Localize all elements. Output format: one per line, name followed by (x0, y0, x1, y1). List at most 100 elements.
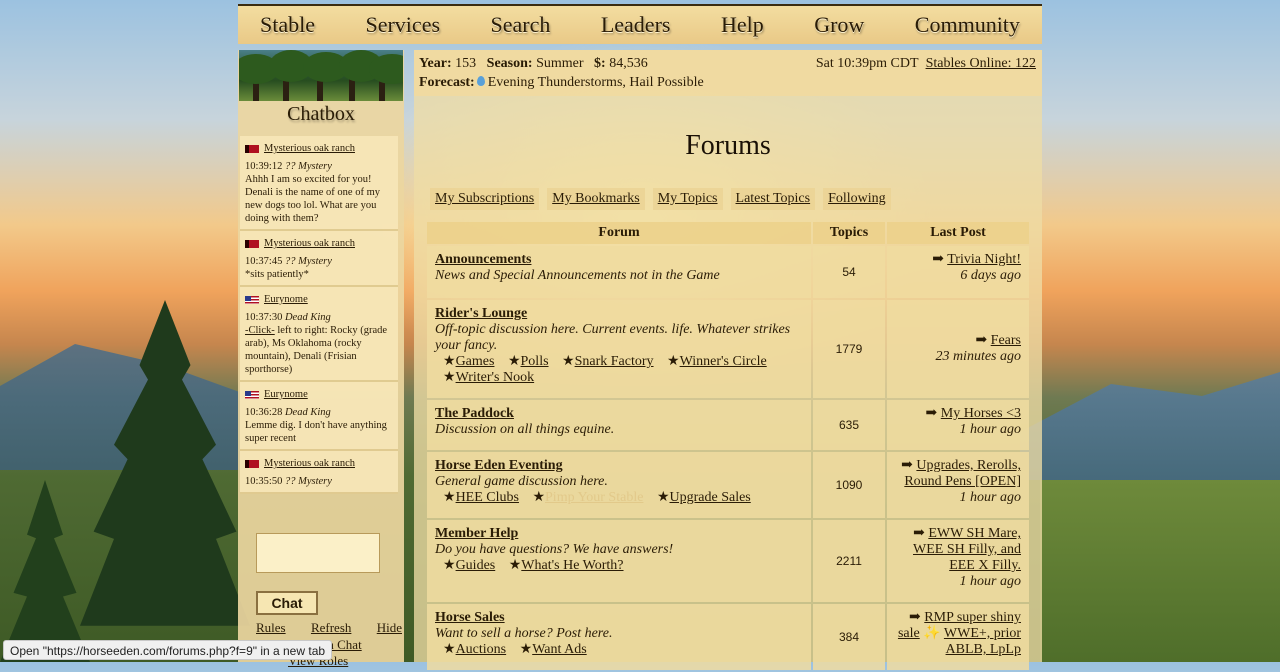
subforum-link[interactable]: ★Writer's Nook (443, 370, 534, 385)
table-row: Horse Eden Eventing General game discussi… (427, 452, 1029, 518)
season-label: Season: (486, 56, 533, 71)
site-container: Stable Services Search Leaders Help Grow… (238, 0, 1042, 670)
nav-search[interactable]: Search (491, 12, 551, 38)
chat-input[interactable] (256, 533, 380, 573)
main-nav: Stable Services Search Leaders Help Grow… (238, 4, 1042, 44)
tab-latest-topics[interactable]: Latest Topics (730, 188, 816, 210)
last-post-time: 1 hour ago (959, 574, 1021, 589)
table-row: Horse Sales Want to sell a horse? Post he… (427, 604, 1029, 670)
last-post-link[interactable]: Fears (991, 333, 1021, 348)
chat-message-list[interactable]: Mysterious oak ranch 10:39:12 ?? Mystery… (240, 136, 398, 562)
forum-description: Discussion on all things equine. (435, 422, 615, 437)
subforum-link[interactable]: ★Upgrade Sales (657, 490, 751, 505)
subforum-link[interactable]: ★HEE Clubs (443, 490, 519, 505)
column-header-topics: Topics (813, 222, 885, 244)
game-info-bar: Year: 153 Season: Summer $: 84,536 Forec… (414, 50, 1042, 96)
background-mountain (1020, 372, 1280, 480)
nav-stable[interactable]: Stable (260, 12, 315, 38)
flag-icon (245, 239, 259, 248)
last-post-time: 1 hour ago (959, 422, 1021, 437)
forum-name-link[interactable]: Horse Eden Eventing (435, 458, 803, 474)
chat-send-button[interactable]: Chat (256, 591, 318, 615)
forum-name-link[interactable]: Announcements (435, 252, 803, 268)
last-post-link[interactable]: My Horses <3 (941, 406, 1021, 421)
hide-link[interactable]: Hide (377, 620, 402, 636)
last-post-time: 1 hour ago (959, 490, 1021, 505)
chat-sidebar: Chatbox Mysterious oak ranch 10:39:12 ??… (238, 50, 404, 668)
subforum-link[interactable]: ★Pimp Your Stable (532, 490, 643, 505)
tab-my-subscriptions[interactable]: My Subscriptions (430, 188, 540, 210)
forum-description: General game discussion here. (435, 474, 608, 489)
topic-count: 2211 (813, 520, 885, 602)
topic-count: 1090 (813, 452, 885, 518)
nav-grow[interactable]: Grow (814, 12, 864, 38)
money-label: $: (594, 56, 606, 71)
refresh-link[interactable]: Refresh (311, 620, 351, 636)
nav-help[interactable]: Help (721, 12, 764, 38)
last-post-link-extra[interactable]: WWE+, prior ABLB, LpLp (944, 626, 1021, 657)
arrow-right-icon: ➡ (913, 526, 925, 541)
flag-icon (245, 295, 259, 304)
chat-time: 10:35:50 (245, 476, 283, 487)
last-post-link[interactable]: Upgrades, Rerolls, Round Pens [OPEN] (904, 458, 1021, 489)
flag-icon (245, 459, 259, 468)
chatbox-title: Chatbox (287, 103, 355, 125)
chat-username[interactable]: Eurynome (264, 388, 308, 401)
tab-my-topics[interactable]: My Topics (652, 188, 723, 210)
forum-description: Want to sell a horse? Post here. (435, 626, 613, 641)
subforum-link[interactable]: ★Guides (443, 558, 495, 573)
subforum-list: ★Games ★Polls ★Snark Factory ★Winner's C… (435, 354, 803, 386)
subforum-link[interactable]: ★Auctions (443, 642, 506, 657)
tab-my-bookmarks[interactable]: My Bookmarks (547, 188, 645, 210)
subforum-link[interactable]: ★Want Ads (520, 642, 587, 657)
last-post-link[interactable]: EWW SH Mare, WEE SH Filly, and EEE X Fil… (913, 526, 1021, 573)
column-header-last-post: Last Post (887, 222, 1029, 244)
subforum-link[interactable]: ★What's He Worth? (509, 558, 624, 573)
background-tree (0, 480, 90, 662)
chat-username[interactable]: Eurynome (264, 293, 308, 306)
money-value: 84,536 (609, 56, 648, 71)
last-post-time: 6 days ago (960, 268, 1021, 283)
chat-rank: ?? Mystery (284, 161, 332, 172)
forum-name-link[interactable]: Member Help (435, 526, 803, 542)
nav-community[interactable]: Community (915, 12, 1020, 38)
subforum-link[interactable]: ★Winner's Circle (667, 354, 767, 369)
forecast-value: Evening Thunderstorms, Hail Possible (487, 75, 704, 90)
raindrop-icon (476, 76, 485, 86)
arrow-right-icon: ➡ (975, 333, 988, 348)
chat-message: Eurynome 10:37:30 Dead King -Click- left… (240, 287, 398, 382)
forum-name-link[interactable]: Rider's Lounge (435, 306, 803, 322)
stables-online-link[interactable]: Stables Online: 122 (926, 56, 1036, 71)
chat-username[interactable]: Mysterious oak ranch (264, 457, 355, 470)
browser-status-bar: Open "https://horseeden.com/forums.php?f… (3, 640, 333, 660)
subforum-link[interactable]: ★Games (443, 354, 494, 369)
chat-username[interactable]: Mysterious oak ranch (264, 142, 355, 155)
server-time: Sat 10:39pm CDT (815, 56, 919, 71)
forum-description: Do you have questions? We have answers! (435, 542, 674, 557)
subforum-list: ★Auctions ★Want Ads (435, 642, 803, 658)
forum-description: News and Special Announcements not in th… (435, 268, 720, 283)
chat-message: Mysterious oak ranch 10:39:12 ?? Mystery… (240, 136, 398, 231)
chat-text: Lemme dig. I don't have anything super r… (245, 420, 387, 444)
rules-link[interactable]: Rules (256, 620, 286, 636)
forum-name-link[interactable]: The Paddock (435, 406, 803, 422)
chat-username[interactable]: Mysterious oak ranch (264, 237, 355, 250)
subforum-link[interactable]: ★Polls (508, 354, 549, 369)
subforum-link[interactable]: ★Snark Factory (562, 354, 654, 369)
flag-icon (245, 390, 259, 399)
tab-following[interactable]: Following (823, 188, 891, 210)
nav-services[interactable]: Services (365, 12, 440, 38)
forum-name-link[interactable]: Horse Sales (435, 610, 803, 626)
main-content: Year: 153 Season: Summer $: 84,536 Forec… (414, 50, 1042, 670)
chat-message: Mysterious oak ranch 10:35:50 ?? Mystery (240, 451, 398, 494)
nav-leaders[interactable]: Leaders (601, 12, 671, 38)
chat-link[interactable]: -Click- (245, 325, 275, 336)
chat-text: Ahhh I am so excited for you! Denali is … (245, 174, 381, 224)
chat-links: Rules Refresh Hide (256, 620, 402, 636)
chat-rank: ?? Mystery (284, 256, 332, 267)
table-row: Member Help Do you have questions? We hav… (427, 520, 1029, 602)
arrow-right-icon: ➡ (925, 406, 938, 421)
year-value: 153 (455, 56, 477, 71)
page-title: Forums (685, 130, 771, 161)
last-post-link[interactable]: Trivia Night! (947, 252, 1021, 267)
